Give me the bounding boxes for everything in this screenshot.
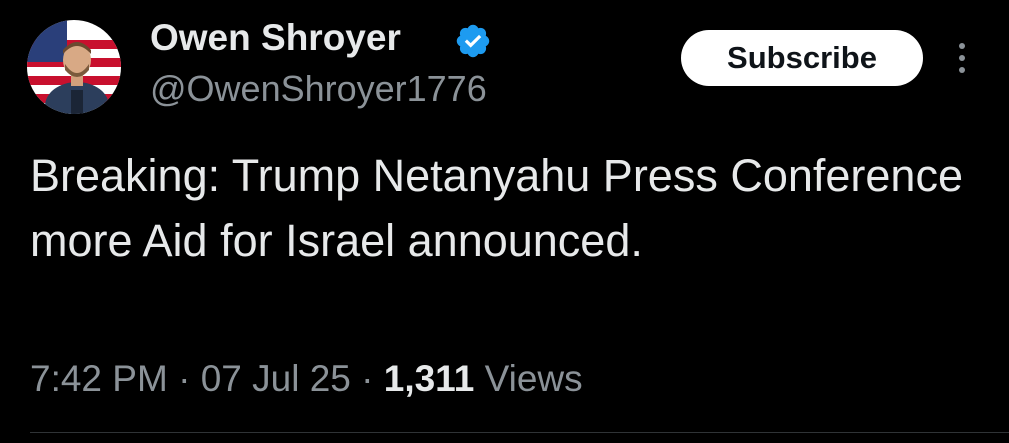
author-handle[interactable]: @OwenShroyer1776 (150, 67, 487, 111)
views-label: Views (484, 358, 583, 399)
meta-separator: · (361, 358, 374, 399)
tweet-time[interactable]: 7:42 PM (30, 358, 168, 399)
tweet-metadata: 7:42 PM · 07 Jul 25 · 1,311 Views (30, 355, 583, 403)
vertical-ellipsis-icon[interactable] (950, 40, 974, 76)
tweet-text: Breaking: Trump Netanyahu Press Conferen… (30, 150, 963, 266)
divider (30, 432, 1009, 433)
tweet-date[interactable]: 07 Jul 25 (201, 358, 351, 399)
meta-separator: · (178, 358, 191, 399)
author-display-name[interactable]: Owen Shroyer (150, 16, 401, 60)
avatar[interactable] (27, 20, 121, 114)
verified-badge-icon (454, 22, 492, 60)
avatar-image (27, 20, 121, 114)
views-count: 1,311 (383, 358, 475, 399)
subscribe-button[interactable]: Subscribe (681, 30, 923, 86)
